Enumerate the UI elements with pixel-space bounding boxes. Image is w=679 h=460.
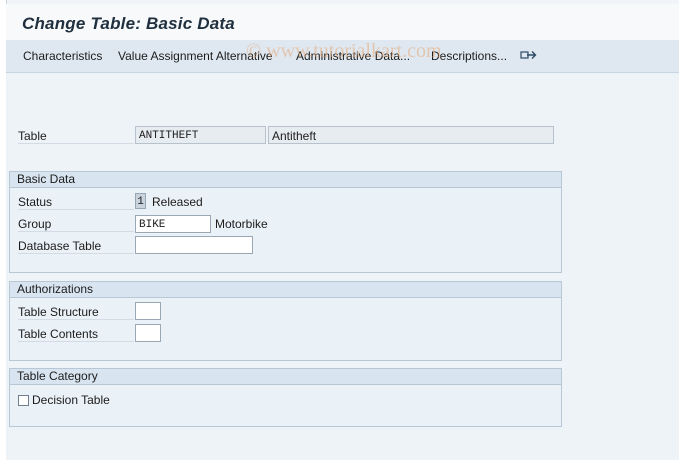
table-field[interactable]: ANTITHEFT — [135, 126, 266, 144]
title-bar: Change Table: Basic Data — [6, 4, 679, 40]
table-structure-label: Table Structure — [18, 305, 134, 320]
group-label: Group — [18, 217, 134, 232]
database-table-field[interactable] — [135, 236, 253, 254]
main-content: Table ANTITHEFT Antitheft Basic Data Sta… — [6, 73, 679, 460]
page-title: Change Table: Basic Data — [22, 14, 235, 33]
characteristics-button[interactable]: Characteristics — [23, 49, 102, 63]
basic-data-title: Basic Data — [10, 172, 561, 188]
export-arrow-icon[interactable] — [520, 46, 538, 67]
group-field[interactable]: BIKE — [135, 215, 211, 233]
table-category-title: Table Category — [10, 369, 561, 385]
table-description-field: Antitheft — [268, 126, 554, 144]
database-table-label: Database Table — [18, 239, 134, 254]
status-value: 1 — [135, 193, 146, 209]
table-contents-field[interactable] — [135, 324, 161, 342]
authorizations-group: Authorizations — [9, 281, 562, 361]
table-contents-label: Table Contents — [18, 327, 134, 342]
decision-table-label[interactable]: Decision Table — [32, 393, 110, 407]
decision-table-checkbox[interactable] — [18, 395, 29, 406]
status-label: Status — [18, 195, 134, 210]
application-toolbar: Characteristics Value Assignment Alterna… — [6, 40, 679, 73]
group-text: Motorbike — [215, 217, 268, 231]
table-label: Table — [18, 129, 134, 144]
authorizations-title: Authorizations — [10, 282, 561, 298]
descriptions-button[interactable]: Descriptions... — [431, 49, 507, 63]
table-structure-field[interactable] — [135, 302, 161, 320]
status-text: Released — [152, 195, 203, 209]
administrative-data-button[interactable]: Administrative Data... — [296, 49, 410, 63]
value-assignment-alternative-button[interactable]: Value Assignment Alternative — [118, 49, 273, 63]
